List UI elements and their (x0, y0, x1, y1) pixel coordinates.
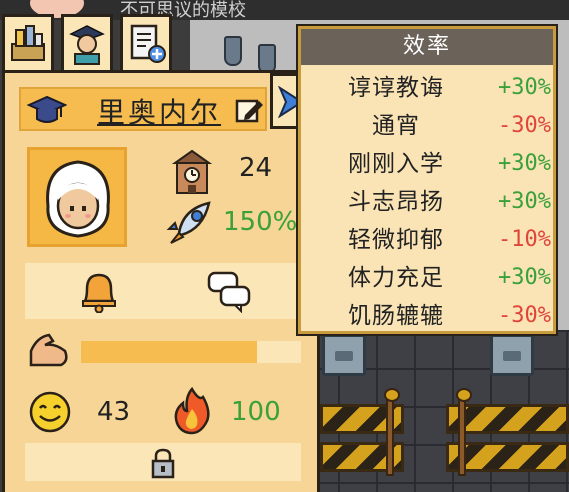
sink-icon (490, 334, 534, 376)
efficiency-label: 通宵 (372, 113, 420, 139)
tab-teacher[interactable] (61, 14, 113, 70)
efficiency-value: +30% (498, 75, 551, 100)
mood-value: 43 (97, 397, 131, 427)
efficiency-row: 通宵 -30% (301, 107, 553, 145)
muscle-arm-icon (29, 333, 68, 367)
tooltip-title: 效率 (301, 29, 553, 65)
actions-row (25, 263, 301, 319)
document-add-icon (130, 24, 166, 63)
efficiency-row: 轻微抑郁 -10% (301, 221, 553, 259)
student-avatar-icon (46, 160, 110, 238)
efficiency-label: 刚刚入学 (348, 151, 444, 177)
pencil-edit-icon[interactable] (235, 97, 265, 125)
fire-icon (174, 386, 210, 435)
tab-items[interactable] (2, 14, 54, 70)
barrier-post (384, 388, 400, 476)
efficiency-label: 体力充足 (348, 265, 444, 291)
efficiency-value: +30% (498, 189, 551, 214)
efficiency-row: 刚刚入学 +30% (301, 145, 553, 183)
energy-progress-track (81, 341, 301, 363)
energy-progress-fill (81, 341, 257, 363)
items-basket-icon (11, 24, 45, 61)
efficiency-label: 轻微抑郁 (348, 227, 444, 253)
efficiency-label: 斗志昂扬 (348, 189, 444, 215)
efficiency-tooltip: 效率 谆谆教诲 +30% 通宵 -30% 刚刚入学 +30% 斗志昂扬 +30%… (298, 26, 556, 334)
name-bar: 里奥内尔 (19, 87, 267, 131)
speed-value: 150% (223, 207, 298, 237)
barrier-post (456, 388, 472, 476)
efficiency-value: -30% (498, 113, 551, 138)
passion-value: 100 (231, 397, 281, 427)
bell-icon[interactable] (77, 269, 121, 313)
efficiency-value: +30% (498, 265, 551, 290)
graduation-cap-icon (27, 95, 67, 123)
character-panel: 里奥内尔 24 150% 43 100 (2, 70, 320, 492)
padlock-icon[interactable] (149, 447, 177, 479)
efficiency-label: 饥肠辘辘 (348, 303, 444, 329)
efficiency-row: 斗志昂扬 +30% (301, 183, 553, 221)
efficiency-label: 谆谆教诲 (348, 75, 444, 101)
efficiency-row: 谆谆教诲 +30% (301, 69, 553, 107)
efficiency-row: 饥肠辘辘 -30% (301, 297, 553, 335)
school-building-icon (171, 149, 213, 194)
efficiency-row: 体力充足 +30% (301, 259, 553, 297)
teacher-portrait-icon (69, 24, 105, 65)
rocket-icon (166, 201, 211, 244)
character-name: 里奥内尔 (97, 96, 222, 129)
efficiency-value: +30% (498, 151, 551, 176)
flask-icon (224, 36, 242, 66)
tab-documents[interactable] (120, 14, 172, 70)
character-portrait[interactable] (27, 147, 127, 247)
efficiency-value: -30% (498, 303, 551, 328)
sink-icon (322, 334, 366, 376)
level-value: 24 (239, 153, 273, 183)
smiley-face-icon (29, 391, 71, 433)
locked-row (25, 443, 301, 481)
chat-bubble-icon[interactable] (205, 269, 253, 313)
efficiency-value: -10% (498, 227, 551, 252)
